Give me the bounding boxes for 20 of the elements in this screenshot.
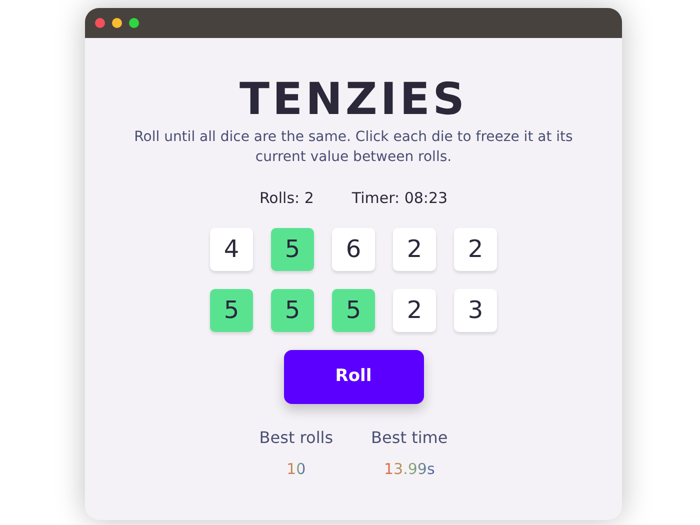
die[interactable]: 2 <box>393 288 436 332</box>
close-icon[interactable] <box>95 18 105 28</box>
stat-label: Rolls: 2 <box>259 188 314 209</box>
die[interactable]: 6 <box>332 228 375 270</box>
record-label: Best rolls <box>259 426 334 448</box>
die[interactable]: 3 <box>454 288 497 332</box>
die[interactable]: 4 <box>210 228 253 270</box>
game-title: TENZIES <box>240 74 468 126</box>
stat-label: Timer: 08:23 <box>352 188 448 209</box>
die[interactable]: 5 <box>271 288 314 332</box>
instructions-text: Roll until all dice are the same. Click each die to freeze it at its current value between rolls. <box>133 128 574 167</box>
die[interactable]: 2 <box>393 228 436 270</box>
roll-button[interactable]: Roll <box>284 350 424 404</box>
die[interactable]: 5 <box>332 288 375 332</box>
die[interactable]: 5 <box>271 228 314 270</box>
die[interactable]: 5 <box>210 288 253 332</box>
minimize-icon[interactable] <box>112 18 122 28</box>
record-label: Best time <box>371 426 448 448</box>
maximize-icon[interactable] <box>129 18 139 28</box>
die[interactable]: 2 <box>454 228 497 270</box>
